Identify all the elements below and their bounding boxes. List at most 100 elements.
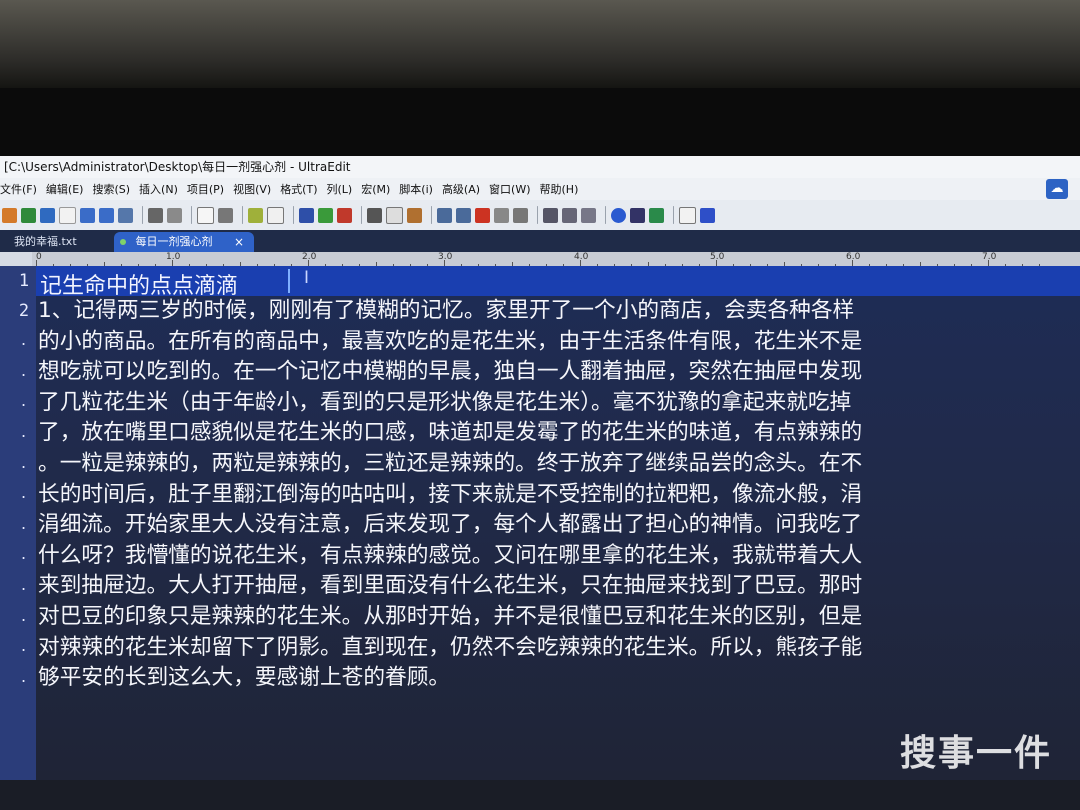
open-icon[interactable] [2, 207, 17, 223]
cut-icon[interactable] [367, 207, 382, 223]
wrap-marker: . [21, 330, 27, 349]
save-icon[interactable] [99, 207, 114, 223]
save-all-icon[interactable] [118, 207, 133, 223]
help-icon[interactable] [700, 207, 715, 223]
wrap-marker: . [21, 453, 27, 472]
compare-icon[interactable] [513, 207, 528, 223]
ruler: 0 1.0 2.0 3.0 4.0 5.0 6.0 7.0 [32, 252, 1080, 267]
wrap-marker: . [21, 483, 27, 502]
line-number-1: 1 [18, 271, 30, 291]
ruler-label: 1.0 [166, 252, 181, 262]
close-tab-icon[interactable]: × [234, 232, 244, 252]
menu-file[interactable]: 文件(F) [0, 181, 44, 197]
watermark-logo: 搜事一件 [899, 733, 1052, 774]
window-title: [C:\Users\Administrator\Desktop\每日一剂强心剂 … [0, 156, 1080, 178]
text-line: 。一粒是辣辣的，两粒是辣辣的，三粒还是辣辣的。终于放弃了继续品尝的念头。在不 [38, 450, 863, 476]
text-line: 够平安的长到这么大，要感谢上苍的眷顾。 [38, 665, 451, 691]
wrap-marker: . [21, 667, 27, 686]
menu-edit[interactable]: 编辑(E) [46, 181, 91, 197]
wrap-marker: . [21, 514, 27, 533]
text-line: 的小的商品。在所有的商品中，最喜欢吃的是花生米，由于生活条件有限，花生米不是 [38, 328, 863, 354]
menu-window[interactable]: 窗口(W) [489, 181, 537, 197]
spell-check-icon[interactable] [299, 207, 314, 223]
tab-my-happiness[interactable]: 我的幸福.txt [8, 232, 116, 252]
menu-project[interactable]: 项目(P) [187, 181, 231, 197]
text-line: 对辣辣的花生米却留下了阴影。直到现在，仍然不会吃辣辣的花生米。所以，熊孩子能 [38, 634, 863, 660]
toolbar-separator [242, 206, 243, 224]
document-body: 1、记得两三岁的时候，刚刚有了模糊的记忆。家里开了一个小的商店，会卖各种各样 的… [38, 296, 1078, 694]
toolbar-separator [537, 206, 538, 224]
menu-advanced[interactable]: 高级(A) [442, 181, 487, 197]
window-cascade-icon[interactable] [581, 207, 596, 223]
text-line: 什么呀？我懵懂的说花生米，有点辣辣的感觉。又问在哪里拿的花生米，我就带着大人 [38, 542, 863, 568]
ftp-icon[interactable] [630, 207, 645, 223]
tab-daily-boost[interactable]: 每日一剂强心剂 × [114, 232, 254, 252]
properties-icon[interactable] [218, 207, 233, 223]
menu-insert[interactable]: 插入(N) [139, 181, 185, 197]
toolbar-separator [431, 206, 432, 224]
select-word-icon[interactable] [456, 207, 471, 223]
view-split-icon[interactable] [562, 207, 577, 223]
ruler-label: 4.0 [574, 252, 589, 262]
back-arrow-icon[interactable] [21, 207, 36, 223]
ruler-label: 5.0 [710, 252, 725, 262]
text-line: 想吃就可以吃到的。在一个记忆中模糊的早晨，独自一人翻着抽屉，突然在抽屉中发现 [38, 359, 863, 385]
menu-script[interactable]: 脚本(i) [399, 181, 440, 197]
paste-icon[interactable] [407, 207, 422, 223]
text-line: 1、记得两三岁的时候，刚刚有了模糊的记忆。家里开了一个小的商店，会卖各种各样 [38, 298, 855, 323]
toolbar-separator [191, 206, 192, 224]
text-cursor [288, 269, 290, 293]
settings-icon[interactable] [679, 206, 696, 224]
wrap-marker: . [21, 636, 27, 655]
menu-help[interactable]: 帮助(H) [540, 181, 586, 197]
tab-label: 每日一剂强心剂 [135, 235, 213, 248]
find-icon[interactable] [318, 207, 333, 223]
menu-view[interactable]: 视图(V) [233, 181, 278, 197]
view-list-icon[interactable] [543, 207, 558, 223]
globe-icon[interactable] [611, 207, 626, 223]
wrap-marker: . [21, 544, 27, 563]
toolbar-separator [605, 206, 606, 224]
text-line: 了，放在嘴里口感貌似是花生米的口感，味道却是发霉了的花生米的味道，有点辣辣的 [38, 420, 863, 446]
ruler-label: 7.0 [982, 252, 997, 262]
column-mode-icon[interactable] [248, 207, 263, 223]
photo-background [0, 0, 1080, 88]
line-number-2: 2 [18, 301, 30, 321]
wrap-marker: . [21, 391, 27, 410]
bookmark-icon[interactable] [475, 207, 490, 223]
new-file-icon[interactable] [59, 206, 76, 224]
line-number-gutter: 1 2 . . . . . . . . . . . . [0, 266, 36, 780]
monitor-bezel [0, 88, 1080, 156]
replace-icon[interactable] [337, 207, 352, 223]
select-icon[interactable] [437, 207, 452, 223]
document-icon[interactable] [197, 206, 214, 224]
wrap-marker: . [21, 361, 27, 380]
wrap-marker: . [21, 575, 27, 594]
text-editor[interactable]: 记生命中的点点滴滴 I 1、记得两三岁的时候，刚刚有了模糊的记忆。家里开了一个小… [36, 266, 1080, 780]
clipboard-icon[interactable] [494, 207, 509, 223]
ruler-label: 2.0 [302, 252, 317, 262]
ruler-label: 6.0 [846, 252, 861, 262]
menu-format[interactable]: 格式(T) [280, 181, 324, 197]
wrap-marker: . [21, 422, 27, 441]
text-line: 了几粒花生米（由于年龄小，看到的只是形状像是花生米）。毫不犹豫的拿起来就吃掉 [38, 389, 852, 415]
forward-arrow-icon[interactable] [40, 207, 55, 223]
toolbar-separator [673, 206, 674, 224]
menu-macro[interactable]: 宏(M) [361, 181, 397, 197]
ruler-label: 0 [36, 252, 42, 262]
ultraedit-window: [C:\Users\Administrator\Desktop\每日一剂强心剂 … [0, 156, 1080, 810]
refresh-icon[interactable] [649, 207, 664, 223]
toolbar-separator [361, 206, 362, 224]
wrap-marker: . [21, 606, 27, 625]
folder-icon[interactable] [80, 207, 95, 223]
wrap-icon[interactable] [267, 206, 284, 224]
file-tabs: 我的幸福.txt 每日一剂强心剂 × [0, 230, 1080, 252]
ibeam-cursor-icon: I [304, 268, 310, 288]
print-icon[interactable] [148, 207, 163, 223]
text-line: 来到抽屉边。大人打开抽屉，看到里面没有什么花生米，只在抽屉来找到了巴豆。那时 [38, 573, 863, 599]
print-preview-icon[interactable] [167, 207, 182, 223]
cloud-sync-icon[interactable]: ☁ [1046, 179, 1068, 199]
menu-search[interactable]: 搜索(S) [92, 181, 137, 197]
menu-column[interactable]: 列(L) [327, 181, 360, 197]
copy-icon[interactable] [386, 206, 403, 224]
